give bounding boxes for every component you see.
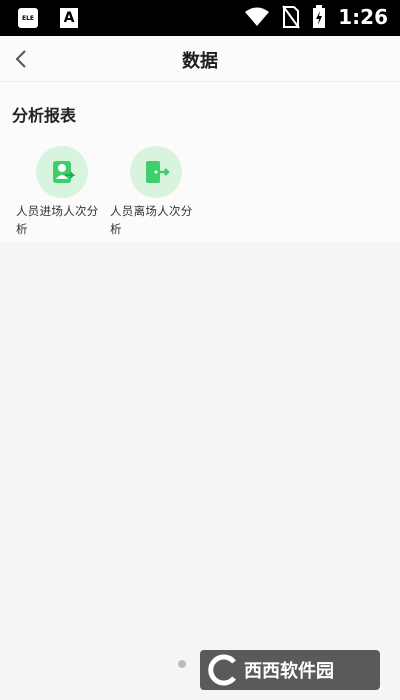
page-title: 数据 xyxy=(182,51,218,72)
section-title: 分析报表 xyxy=(12,106,77,125)
door-exit-icon xyxy=(130,146,182,198)
tile-label: 人员离场人次分析 xyxy=(110,204,193,236)
no-sim-icon xyxy=(282,5,301,29)
tile-label: 人员进场人次分析 xyxy=(16,204,99,236)
watermark-text: 西西软件园 xyxy=(244,661,334,682)
report-panel: 分析报表 人员进场人次分析 人员离场人次分析 xyxy=(0,82,400,242)
cr-logo-icon xyxy=(208,654,236,686)
clock-time: 1:26 xyxy=(338,5,388,29)
status-bar: ELE A 1:26 xyxy=(0,0,400,36)
app-bar: 数据 xyxy=(0,36,400,82)
app-notification-icon: ELE xyxy=(18,8,38,28)
a-notification-icon: A xyxy=(60,8,78,28)
page-indicator-dot xyxy=(178,660,186,668)
watermark-logo: 西西软件园 xyxy=(200,650,380,690)
person-entry-icon xyxy=(36,146,88,198)
wifi-icon xyxy=(245,7,270,26)
battery-charging-icon xyxy=(313,5,326,28)
